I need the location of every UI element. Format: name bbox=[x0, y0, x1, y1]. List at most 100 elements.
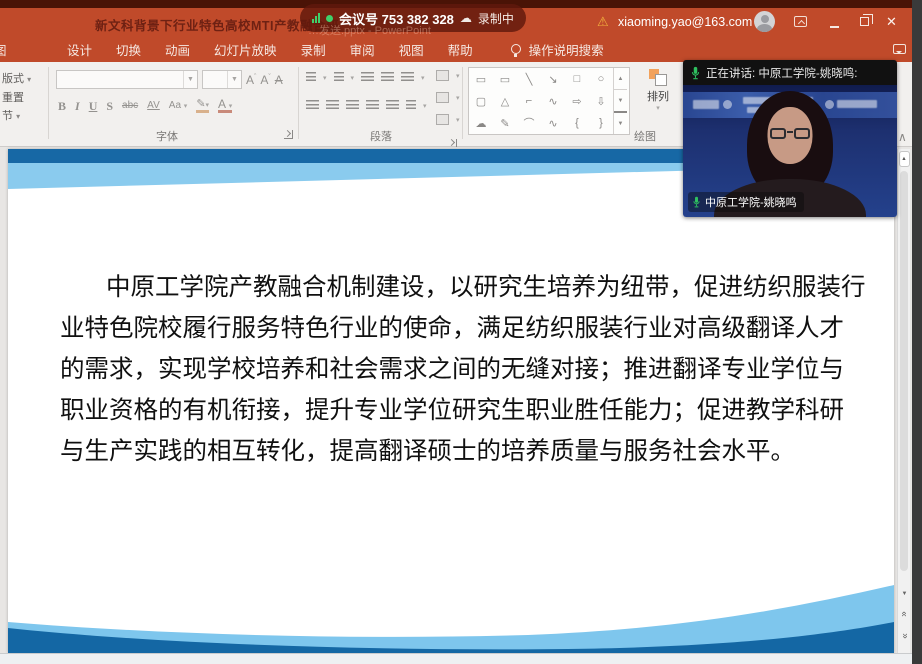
shape-oval[interactable]: ○ bbox=[589, 68, 613, 90]
ribbon-display-options-button[interactable] bbox=[794, 16, 807, 27]
shape-arrow-right[interactable]: ⇨ bbox=[565, 90, 589, 112]
collapse-ribbon-chevron[interactable]: ∧ bbox=[898, 130, 907, 144]
slide-canvas[interactable]: 中原工学院产教融合机制建设，以研究生培养为纽带，促进纺织服装行 业特色院校履行服… bbox=[8, 149, 894, 653]
justify-button[interactable] bbox=[366, 100, 379, 111]
tab-record[interactable]: 录制 bbox=[289, 40, 338, 59]
previous-slide-button[interactable]: « bbox=[896, 608, 913, 621]
paragraph-group-label: 段落 bbox=[370, 131, 392, 143]
align-text-button[interactable] bbox=[436, 92, 449, 103]
account-avatar[interactable] bbox=[754, 11, 775, 32]
align-center-button[interactable] bbox=[326, 100, 339, 111]
shape-arrow-down[interactable]: ⇩ bbox=[589, 90, 613, 112]
shape-textbox-vertical[interactable]: ▭ bbox=[493, 68, 517, 90]
numbering-button[interactable] bbox=[333, 72, 344, 83]
underline-button[interactable]: U bbox=[89, 100, 98, 112]
status-bar-sliver bbox=[0, 653, 912, 664]
shape-textbox[interactable]: ▭ bbox=[469, 68, 493, 90]
next-slide-button[interactable]: « bbox=[896, 630, 913, 643]
slide-editor-area: 中原工学院产教融合机制建设，以研究生培养为纽带，促进纺织服装行 业特色院校履行服… bbox=[0, 147, 912, 653]
shape-rectangle[interactable]: □ bbox=[565, 68, 589, 90]
ribbon-tab-row: 图 设计 切换 动画 幻灯片放映 录制 审阅 视图 帮助 操作说明搜索 bbox=[0, 36, 912, 62]
shape-arc[interactable]: ⌒ bbox=[517, 112, 541, 134]
comments-icon[interactable] bbox=[893, 44, 906, 54]
shape-cloud[interactable]: ☁ bbox=[469, 112, 493, 134]
shape-wave[interactable]: ∿ bbox=[541, 112, 565, 134]
tell-me-lightbulb-icon bbox=[510, 44, 521, 57]
window-title-ghost: …发送.pptx - PowerPoint bbox=[308, 25, 431, 37]
tab-help[interactable]: 帮助 bbox=[436, 40, 485, 59]
text-direction-button[interactable] bbox=[436, 70, 449, 81]
bold-button[interactable]: B bbox=[58, 100, 66, 112]
columns-button[interactable] bbox=[406, 100, 416, 111]
decrease-indent-button[interactable] bbox=[361, 72, 375, 83]
shape-elbow-connector[interactable]: ⌐ bbox=[517, 90, 541, 112]
font-name-combobox[interactable]: ▼ bbox=[56, 70, 198, 89]
microphone-icon bbox=[691, 66, 700, 79]
arrange-icon bbox=[649, 69, 667, 86]
drawing-group-label: 绘图 bbox=[634, 131, 656, 143]
font-group-label: 字体 bbox=[156, 131, 178, 143]
tab-design[interactable]: 设计 bbox=[55, 40, 104, 59]
scroll-up-button[interactable]: ▲ bbox=[898, 151, 910, 167]
tab-animations[interactable]: 动画 bbox=[153, 40, 202, 59]
italic-button[interactable]: I bbox=[75, 100, 80, 112]
vertical-scrollbar[interactable]: ▲ ▼ « « bbox=[897, 149, 910, 653]
convert-smartart-button[interactable] bbox=[436, 114, 449, 125]
section-button[interactable]: 节 ▾ bbox=[2, 107, 31, 126]
group-divider bbox=[48, 67, 49, 139]
shape-line[interactable]: ╲ bbox=[517, 68, 541, 90]
tab-transitions[interactable]: 切换 bbox=[104, 40, 153, 59]
change-case-button[interactable]: Aa ▾ bbox=[169, 100, 188, 111]
participant-name-tag: 中原工学院-姚晓鸣 bbox=[688, 192, 804, 212]
group-divider bbox=[462, 67, 463, 139]
account-email[interactable]: xiaoming.yao@163.com bbox=[618, 15, 752, 29]
bullets-button[interactable] bbox=[306, 72, 316, 83]
shape-rounded-rectangle[interactable]: ▢ bbox=[469, 90, 493, 112]
shape-arrow-line[interactable]: ↘ bbox=[541, 68, 565, 90]
video-call-overlay[interactable]: 正在讲话: 中原工学院-姚晓鸣: 中原工学院-姚晓鸣 bbox=[683, 60, 897, 217]
reset-button[interactable]: 重置 bbox=[2, 89, 31, 107]
font-dialog-launcher[interactable] bbox=[284, 130, 293, 139]
grow-font-button[interactable]: Aˆ bbox=[246, 74, 256, 86]
distribute-button[interactable] bbox=[386, 100, 399, 111]
shape-left-brace[interactable]: { bbox=[565, 112, 589, 134]
text-line: 业特色院校履行服务特色行业的使命，满足纺织服装行业对高级翻译人才 bbox=[60, 315, 844, 342]
tab-slideshow[interactable]: 幻灯片放映 bbox=[202, 40, 289, 59]
tab-review[interactable]: 审阅 bbox=[338, 40, 387, 59]
text-shadow-button[interactable]: S bbox=[106, 100, 113, 112]
shrink-font-button[interactable]: Aˇ bbox=[260, 74, 270, 86]
align-right-button[interactable] bbox=[346, 100, 359, 111]
shape-scribble[interactable]: ✎ bbox=[493, 112, 517, 134]
font-size-combobox[interactable]: ▼ bbox=[202, 70, 242, 89]
powerpoint-window: 新文科背景下行业特色高校MTI产教融合研 …发送.pptx - PowerPoi… bbox=[0, 0, 912, 664]
font-color-button[interactable]: A ▾ bbox=[218, 98, 233, 113]
character-spacing-button[interactable]: AV bbox=[147, 100, 160, 111]
slide-body-text[interactable]: 中原工学院产教融合机制建设，以研究生培养为纽带，促进纺织服装行 业特色院校履行服… bbox=[60, 267, 866, 472]
line-spacing-button[interactable] bbox=[401, 72, 415, 83]
tell-me-search[interactable]: 操作说明搜索 bbox=[529, 40, 604, 59]
shape-curve[interactable]: ∿ bbox=[541, 90, 565, 112]
shapes-scroll-up[interactable]: ▲ bbox=[614, 68, 627, 89]
shapes-scroll-down[interactable]: ▼ bbox=[614, 89, 627, 111]
status-dot-icon bbox=[326, 14, 333, 22]
tab-draw-partial[interactable]: 图 bbox=[0, 40, 13, 59]
scroll-down-button[interactable]: ▼ bbox=[898, 585, 911, 603]
shapes-gallery: ▭ ▭ ╲ ↘ □ ○ ▢ △ ⌐ ∿ ⇨ ⇩ ☁ ✎ ⌒ ∿ { } ▲ ▼ … bbox=[468, 67, 630, 135]
minimize-button[interactable] bbox=[830, 26, 839, 28]
screenshot: 新文科背景下行业特色高校MTI产教融合研 …发送.pptx - PowerPoi… bbox=[0, 0, 922, 664]
increase-indent-button[interactable] bbox=[381, 72, 395, 83]
restore-button[interactable] bbox=[860, 14, 873, 26]
arrange-button[interactable]: 排列 ▾ bbox=[638, 69, 678, 112]
close-button[interactable]: ✕ bbox=[886, 14, 897, 30]
highlight-color-button[interactable]: ✎▾ bbox=[196, 98, 210, 113]
layout-button[interactable]: 版式 ▾ bbox=[2, 70, 31, 89]
align-left-button[interactable] bbox=[306, 100, 319, 111]
scrollbar-thumb[interactable] bbox=[900, 171, 908, 571]
clear-formatting-button[interactable]: A bbox=[275, 74, 283, 86]
slides-group-cutoff: 版式 ▾ 重置 节 ▾ bbox=[2, 70, 31, 126]
microphone-icon bbox=[693, 196, 700, 208]
recording-status-label: 录制中 bbox=[477, 11, 514, 26]
strikethrough-button[interactable]: abc bbox=[122, 100, 138, 111]
tab-view[interactable]: 视图 bbox=[387, 40, 436, 59]
shape-triangle[interactable]: △ bbox=[493, 90, 517, 112]
